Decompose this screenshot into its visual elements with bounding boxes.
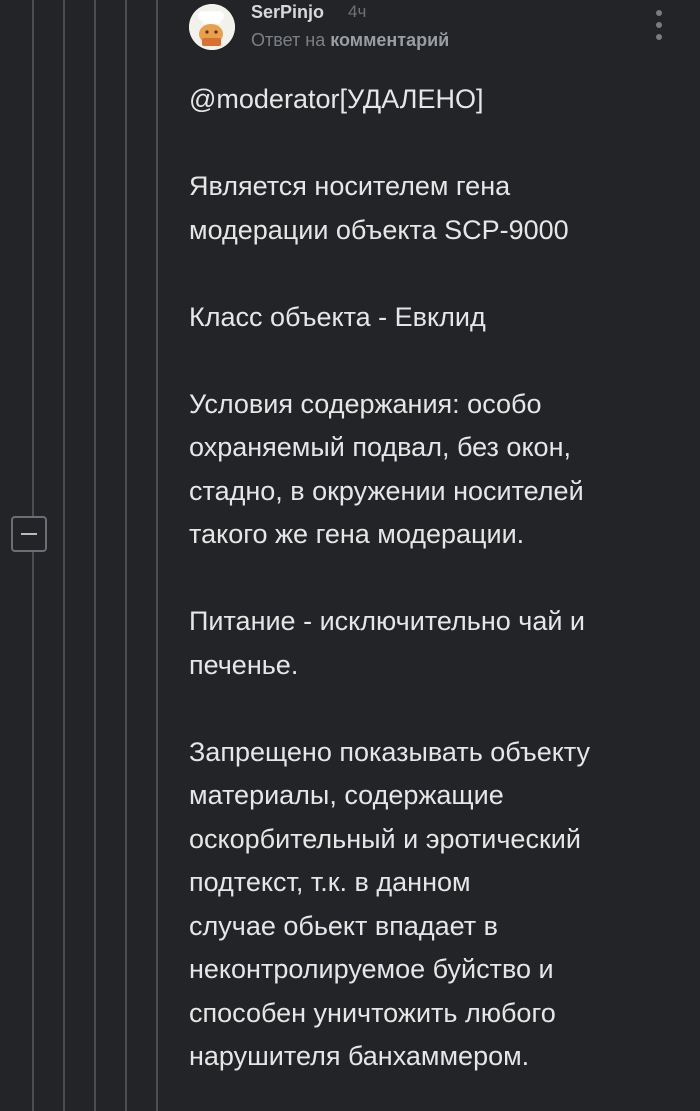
paragraph-carrier: Является носителем гена модерации объект… (189, 165, 659, 252)
comment-body: @moderator[УДАЛЕНО] Является носителем г… (189, 78, 659, 1079)
more-vertical-icon[interactable] (650, 10, 668, 40)
thread-line-4 (125, 0, 127, 1111)
paragraph-food: Питание - исключительно чай и печенье. (189, 600, 659, 687)
author-name[interactable]: SerPinjo (251, 2, 324, 23)
comment-time: 4ч (348, 2, 367, 21)
text-line: Является носителем гена (189, 171, 511, 201)
text-line: Питание - исключительно чай и (189, 606, 586, 636)
text-line: материалы, содержащие (189, 780, 504, 810)
collapse-thread-button[interactable] (11, 516, 47, 552)
reply-prefix: Ответ на (251, 30, 326, 50)
text-line: печенье. (189, 649, 299, 680)
thread-line-3 (94, 0, 96, 1111)
reply-info: Ответ на комментарий (251, 30, 449, 51)
text-line: неконтролируемое буйство и (189, 954, 554, 984)
comment-header: SerPinjo 4ч Ответ на комментарий (189, 0, 700, 60)
text-line: @moderator[УДАЛЕНО] (189, 84, 484, 114)
text-line: охраняемый подвал, без окон, (189, 432, 571, 462)
paragraph-restrictions: Запрещено показывать объекту материалы, … (189, 731, 659, 1079)
text-line: оскорбительный и эротический (189, 823, 581, 854)
thread-line-1 (32, 0, 34, 1111)
chef-avatar-icon (189, 4, 235, 50)
text-line: стадно, в окружении носителей (189, 475, 584, 506)
text-line: способен уничтожить любого (189, 997, 556, 1028)
reply-comment-link[interactable]: комментарий (330, 30, 449, 50)
text-line: нарушителя банхаммером. (189, 1041, 530, 1071)
avatar[interactable] (189, 4, 235, 50)
text-line: Класс объекта - Евклид (189, 301, 486, 332)
paragraph-containment: Условия содержания: особо охраняемый под… (189, 383, 659, 557)
text-line: такого же гена модерации. (189, 519, 525, 549)
thread-line-2 (63, 0, 65, 1111)
paragraph-mention: @moderator[УДАЛЕНО] (189, 78, 659, 122)
paragraph-class: Класс объекта - Евклид (189, 296, 659, 340)
text-line: случае обьект впадает в (189, 910, 498, 941)
thread-line-5 (156, 0, 158, 1111)
text-line: Запрещено показывать объекту (189, 736, 591, 767)
text-line: модерации объекта SCP-9000 (189, 214, 569, 245)
text-line: Условия содержания: особо (189, 388, 542, 419)
text-line: подтекст, т.к. в данном (189, 867, 471, 897)
